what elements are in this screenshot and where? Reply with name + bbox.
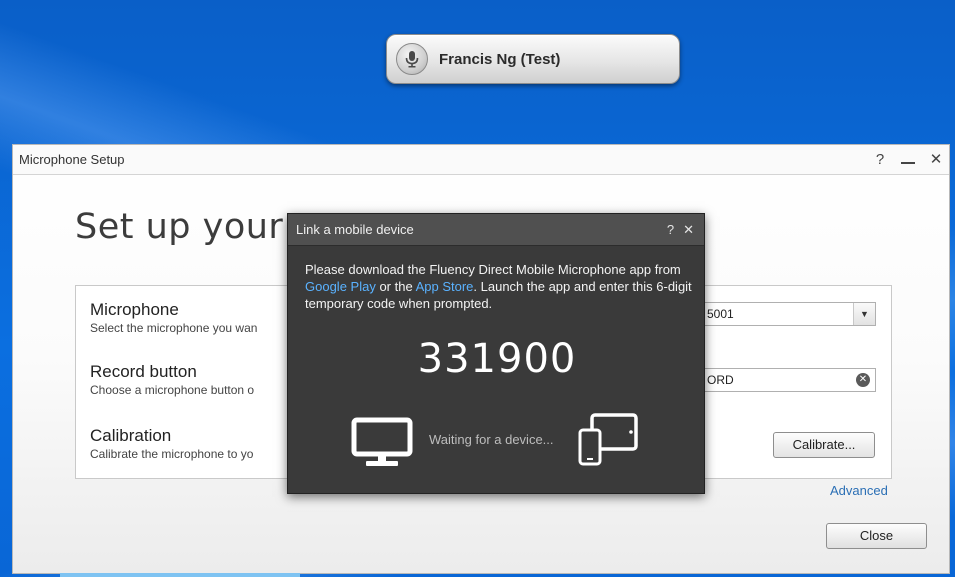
instructions-text-1: Please download the Fluency Direct Mobil… [305, 262, 681, 277]
computer-icon [351, 417, 413, 473]
instructions-text-2: or the [375, 279, 416, 294]
mobile-devices-icon [578, 412, 640, 472]
window-title: Microphone Setup [19, 152, 125, 167]
advanced-link[interactable]: Advanced [830, 483, 888, 498]
dialog-instructions: Please download the Fluency Direct Mobil… [305, 261, 695, 312]
record-button-row-title: Record button [90, 362, 197, 381]
waiting-status: Waiting for a device... [429, 432, 554, 447]
app-store-link[interactable]: App Store [416, 279, 474, 294]
microphone-select-value: 5001 [707, 307, 734, 321]
calibrate-button[interactable]: Calibrate... [773, 432, 875, 458]
dialog-close-button[interactable]: ✕ [683, 222, 694, 238]
calibration-row-title: Calibration [90, 426, 172, 445]
minimize-button[interactable] [901, 162, 915, 164]
record-button-field[interactable]: ORD ✕ [698, 368, 876, 392]
user-name: Francis Ng (Test) [439, 50, 561, 68]
dialog-help-button[interactable]: ? [667, 222, 674, 238]
dialog-controls: ? ✕ [667, 222, 694, 238]
pairing-code: 331900 [417, 336, 577, 382]
microphone-row-desc: Select the microphone you wan [90, 321, 258, 335]
dialog-titlebar: Link a mobile device [288, 214, 704, 246]
close-window-button[interactable]: ✕ [929, 150, 943, 168]
calibration-row-desc: Calibrate the microphone to yo [90, 447, 254, 461]
calibration-row: Calibration Calibrate the microphone to … [90, 426, 253, 461]
dialog-title: Link a mobile device [296, 222, 414, 237]
chevron-down-icon[interactable]: ▼ [853, 303, 875, 325]
window-titlebar: Microphone Setup [13, 145, 949, 175]
microphone-icon[interactable] [396, 43, 428, 75]
close-button[interactable]: Close [826, 523, 927, 549]
microphone-row-title: Microphone [90, 300, 179, 319]
clear-icon[interactable]: ✕ [856, 373, 870, 387]
page-title: Set up your m [75, 207, 290, 247]
record-button-row-desc: Choose a microphone button o [90, 383, 255, 397]
google-play-link[interactable]: Google Play [305, 279, 376, 294]
microphone-row: Microphone Select the microphone you wan [90, 300, 257, 335]
help-button[interactable]: ? [873, 151, 887, 168]
link-mobile-device-dialog: Link a mobile device ? ✕ Please download… [287, 213, 705, 494]
window-controls: ? ✕ [873, 150, 943, 169]
record-button-row: Record button Choose a microphone button… [90, 362, 254, 397]
microphone-select[interactable]: 5001 ▼ [698, 302, 876, 326]
taskbar-edge [60, 573, 300, 577]
user-status-pill[interactable]: Francis Ng (Test) [386, 34, 680, 84]
record-button-field-value: ORD [707, 373, 734, 387]
